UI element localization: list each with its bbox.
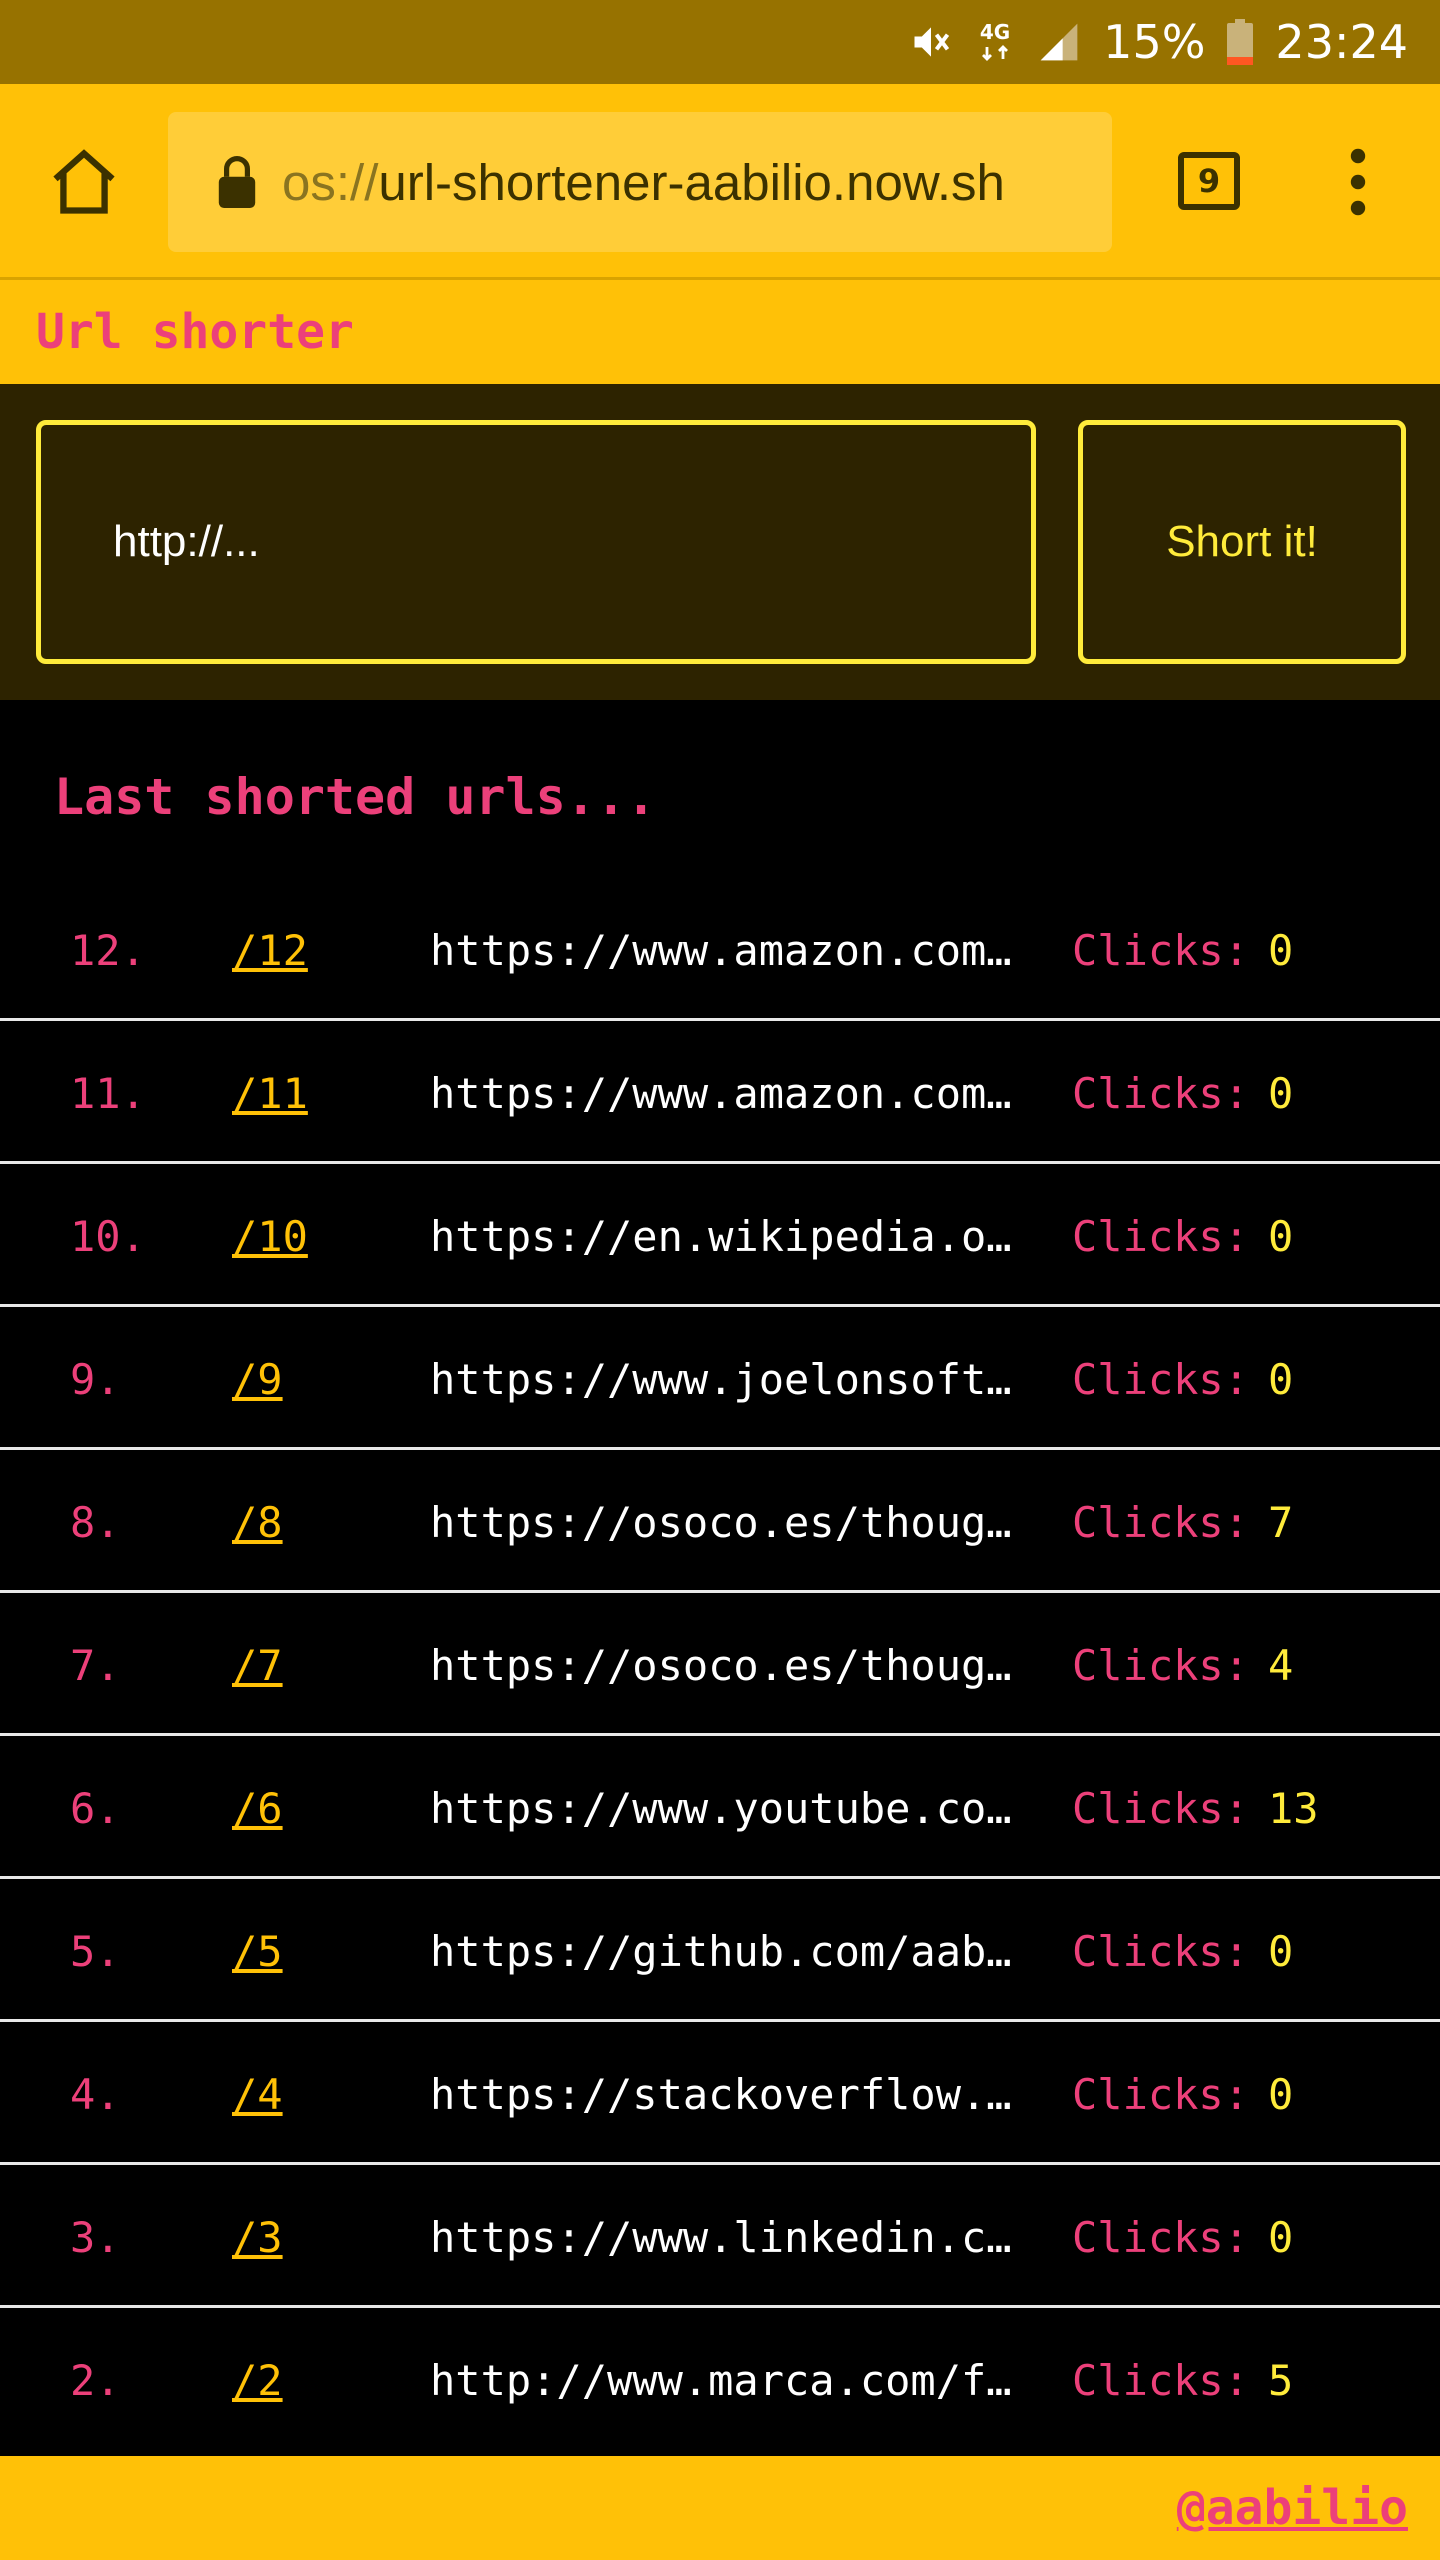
short-link[interactable]: /3 <box>232 2213 283 2262</box>
tabs-icon[interactable]: 9 <box>1178 152 1240 210</box>
clicks-count: 0 <box>1268 1355 1294 1404</box>
row-number: 7. <box>70 1641 121 1690</box>
footer: @aabilio <box>0 2456 1440 2560</box>
clicks-label: Clicks: <box>1072 926 1250 975</box>
clicks-count: 0 <box>1268 1212 1294 1261</box>
original-url: https://www.joelonsoftw… <box>430 1355 1024 1404</box>
original-url: https://osoco.es/though… <box>430 1498 1024 1547</box>
clicks-label: Clicks: <box>1072 1212 1250 1261</box>
url-list: 12. /12 https://www.amazon.com/… Clicks:… <box>0 878 1440 2451</box>
list-item: 7. /7 https://osoco.es/though… Clicks: 4 <box>0 1593 1440 1736</box>
address-bar[interactable]: os://url-shortener-aabilio.now.sh <box>168 112 1112 252</box>
list-item: 10. /10 https://en.wikipedia.or… Clicks:… <box>0 1164 1440 1307</box>
original-url: https://www.youtube.com… <box>430 1784 1024 1833</box>
original-url: https://stackoverflow.c… <box>430 2070 1024 2119</box>
short-link[interactable]: /6 <box>232 1784 283 1833</box>
clicks-label: Clicks: <box>1072 1784 1250 1833</box>
row-number: 2. <box>70 2356 121 2405</box>
short-link[interactable]: /5 <box>232 1927 283 1976</box>
short-it-button[interactable]: Short it! <box>1078 420 1406 664</box>
original-url: https://github.com/aabi… <box>430 1927 1024 1976</box>
battery-percent: 15% <box>1103 15 1206 69</box>
clicks-count: 0 <box>1268 1927 1294 1976</box>
tab-count: 9 <box>1197 162 1221 200</box>
row-number: 10. <box>70 1212 146 1261</box>
row-number: 12. <box>70 926 146 975</box>
status-bar: 4G 15% 23:24 <box>0 0 1440 84</box>
clicks-count: 0 <box>1268 926 1294 975</box>
list-item: 3. /3 https://www.linkedin.co… Clicks: 0 <box>0 2165 1440 2308</box>
shorten-form: Short it! <box>0 384 1440 700</box>
home-icon[interactable] <box>46 144 122 220</box>
app-header: Url shorter <box>0 280 1440 384</box>
address-text: os://url-shortener-aabilio.now.sh <box>282 153 1005 212</box>
short-link[interactable]: /7 <box>232 1641 283 1690</box>
row-number: 11. <box>70 1069 146 1118</box>
short-link[interactable]: /12 <box>232 926 308 975</box>
clicks-count: 0 <box>1268 2213 1294 2262</box>
signal-icon <box>1037 20 1081 64</box>
browser-toolbar: os://url-shortener-aabilio.now.sh 9 <box>0 84 1440 280</box>
clicks-count: 0 <box>1268 2070 1294 2119</box>
page-title: Url shorter <box>36 304 354 360</box>
row-number: 6. <box>70 1784 121 1833</box>
more-vert-icon[interactable] <box>1338 148 1378 216</box>
clicks-count: 5 <box>1268 2356 1294 2405</box>
row-number: 5. <box>70 1927 121 1976</box>
clicks-label: Clicks: <box>1072 1355 1250 1404</box>
original-url: https://en.wikipedia.or… <box>430 1212 1024 1261</box>
clicks-label: Clicks: <box>1072 1069 1250 1118</box>
clicks-label: Clicks: <box>1072 1641 1250 1690</box>
original-url: https://www.amazon.com/… <box>430 926 1024 975</box>
original-url: http://www.marca.com/fu… <box>430 2356 1024 2405</box>
list-item: 11. /11 https://www.amazon.com/… Clicks:… <box>0 1021 1440 1164</box>
mute-icon <box>909 20 953 64</box>
url-input[interactable] <box>36 420 1036 664</box>
author-link[interactable]: @aabilio <box>1177 2480 1408 2536</box>
url-host: url-shortener-aabilio.now.sh <box>378 153 1005 211</box>
lock-icon <box>218 156 256 208</box>
row-number: 4. <box>70 2070 121 2119</box>
short-link[interactable]: /2 <box>232 2356 283 2405</box>
short-link[interactable]: /10 <box>232 1212 308 1261</box>
clock: 23:24 <box>1275 15 1408 69</box>
original-url: https://www.amazon.com/… <box>430 1069 1024 1118</box>
network-type-text: 4G <box>980 20 1010 44</box>
short-link[interactable]: /9 <box>232 1355 283 1404</box>
battery-icon <box>1227 19 1254 65</box>
clicks-label: Clicks: <box>1072 2213 1250 2262</box>
network-4g-icon: 4G <box>975 19 1015 65</box>
short-link[interactable]: /8 <box>232 1498 283 1547</box>
clicks-label: Clicks: <box>1072 1498 1250 1547</box>
url-scheme: os:// <box>282 153 379 211</box>
list-title: Last shorted urls... <box>54 768 657 826</box>
original-url: https://www.linkedin.co… <box>430 2213 1024 2262</box>
list-item: 4. /4 https://stackoverflow.c… Clicks: 0 <box>0 2022 1440 2165</box>
short-link[interactable]: /11 <box>232 1069 308 1118</box>
list-item: 2. /2 http://www.marca.com/fu… Clicks: 5 <box>0 2308 1440 2451</box>
list-item: 9. /9 https://www.joelonsoftw… Clicks: 0 <box>0 1307 1440 1450</box>
clicks-count: 0 <box>1268 1069 1294 1118</box>
clicks-label: Clicks: <box>1072 1927 1250 1976</box>
row-number: 3. <box>70 2213 121 2262</box>
list-item: 5. /5 https://github.com/aabi… Clicks: 0 <box>0 1879 1440 2022</box>
clicks-label: Clicks: <box>1072 2356 1250 2405</box>
clicks-count: 4 <box>1268 1641 1294 1690</box>
clicks-count: 7 <box>1268 1498 1294 1547</box>
clicks-count: 13 <box>1268 1784 1319 1833</box>
list-item: 6. /6 https://www.youtube.com… Clicks: 1… <box>0 1736 1440 1879</box>
row-number: 9. <box>70 1355 121 1404</box>
list-item: 12. /12 https://www.amazon.com/… Clicks:… <box>0 878 1440 1021</box>
row-number: 8. <box>70 1498 121 1547</box>
original-url: https://osoco.es/though… <box>430 1641 1024 1690</box>
list-item: 8. /8 https://osoco.es/though… Clicks: 7 <box>0 1450 1440 1593</box>
clicks-label: Clicks: <box>1072 2070 1250 2119</box>
short-link[interactable]: /4 <box>232 2070 283 2119</box>
